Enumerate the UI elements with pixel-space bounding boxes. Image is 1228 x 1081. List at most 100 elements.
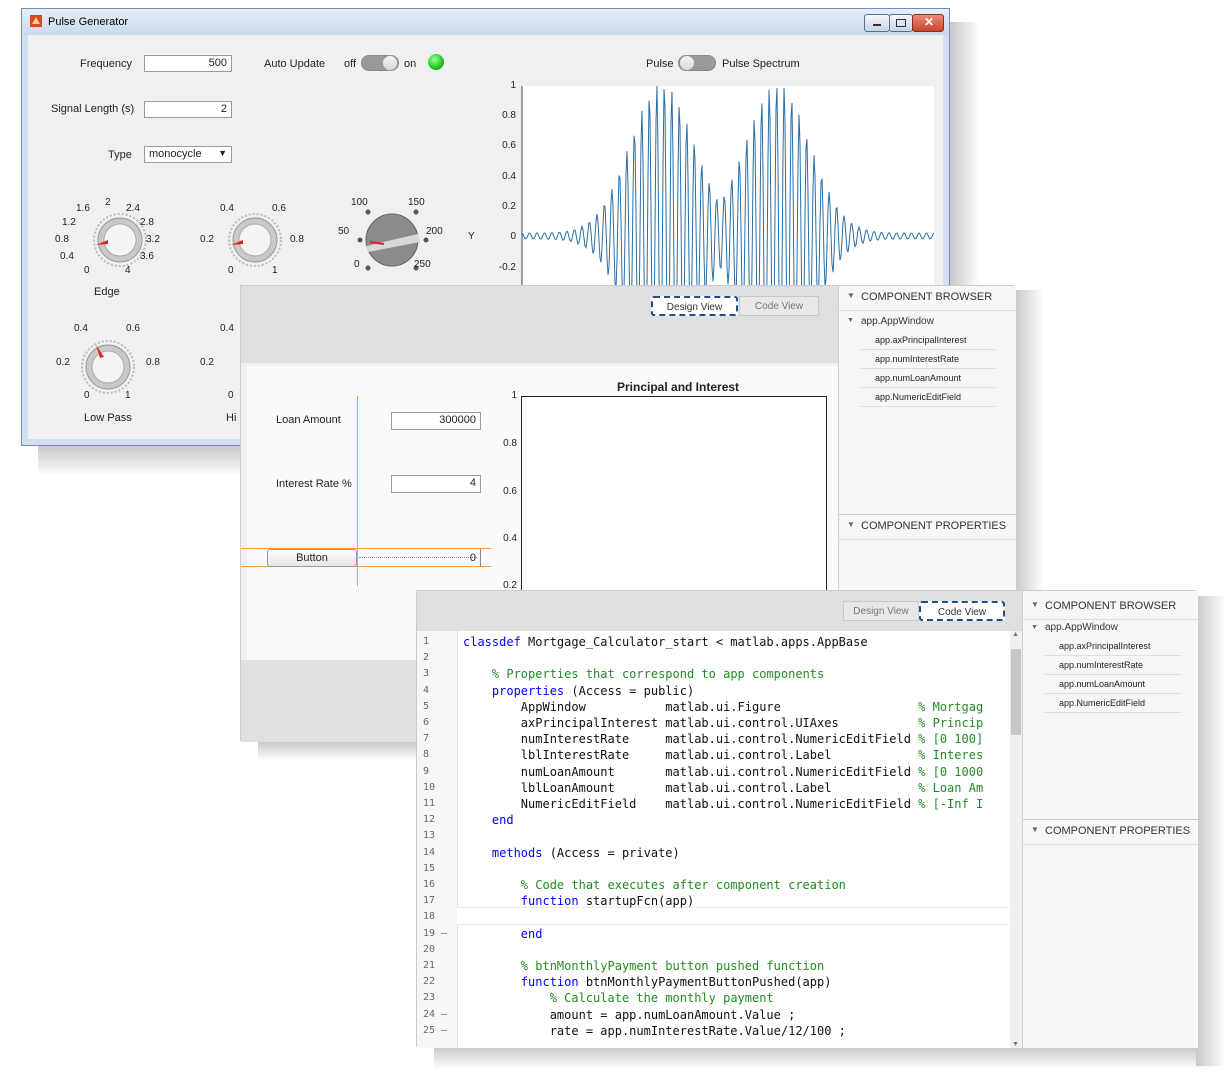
dial-tick-label: 100 [351,197,368,208]
tree-item[interactable]: app.numInterestRate [1045,656,1181,675]
result-field[interactable]: 0 [389,549,481,567]
interest-rate-field[interactable]: 4 [391,475,481,493]
loan-amount-field[interactable]: 300000 [391,412,481,430]
code-line: AppWindow matlab.ui.Figure % Mortgag [463,699,984,714]
type-label: Type [108,149,132,161]
axes-y-tick: 1 [511,390,517,401]
line-number: 19 – [423,927,448,939]
collapse-icon: ▼ [1031,825,1039,834]
switch-thumb [382,55,398,71]
line-number: 22 [423,976,436,988]
code-view-window: Design View Code View 1 classdef Mortgage… [416,590,1198,1048]
collapse-icon: ▼ [1031,600,1039,609]
line-number: 25 – [423,1024,448,1036]
high-pass-tick-label: 0.4 [220,323,234,334]
code-editor[interactable]: 1 classdef Mortgage_Calculator_start < ma… [417,631,1022,1048]
pulse-plot-svg [521,86,935,388]
tree-item[interactable]: app.axPrincipalInterest [861,331,995,350]
edge-tick-label: 4 [125,265,131,276]
auto-update-off-label: off [344,58,357,70]
component-browser-label: COMPONENT BROWSER [861,291,993,303]
low-pass-tick-label: 0.6 [126,323,140,334]
component-browser-header[interactable]: ▼ COMPONENT BROWSER [1023,595,1198,620]
low-pass-tick-label: 0.2 [56,357,70,368]
tree-item[interactable]: app.numLoanAmount [1045,675,1181,694]
low-pass-tick-label: 1 [125,390,131,401]
high-pass-tick-label: 0 [228,390,234,401]
w-tick-label: 0.8 [290,234,304,245]
auto-update-switch[interactable] [361,55,399,71]
close-button[interactable]: ✕ [912,14,944,32]
loan-amount-label: Loan Amount [276,414,341,426]
component-browser-label: COMPONENT BROWSER [1045,600,1177,612]
pulse-plot[interactable]: 1 0.8 0.6 0.4 0.2 0 -0.2 Y [468,80,935,388]
signal-length-field[interactable]: 2 [144,101,232,118]
alignment-guide [357,396,358,586]
line-number: 11 [423,798,436,809]
edge-tick-label: 3.6 [140,251,154,262]
code-line: end [491,813,514,828]
edge-tick-label: 0.4 [60,251,74,262]
scroll-up-icon[interactable]: ▲ [1012,631,1019,638]
y-tick-label: 1 [510,80,516,91]
frequency-field[interactable]: 500 [144,55,232,72]
pulse-window-titlebar[interactable]: Pulse Generator ✕ [22,9,949,35]
line-number: 13 [423,830,436,842]
line-number: 16 [423,879,436,890]
auto-update-label: Auto Update [264,58,326,70]
code-line: numLoanAmount matlab.ui.control.NumericE… [463,764,984,779]
calculate-button[interactable]: Button [267,549,357,567]
line-number: 18 [423,911,436,923]
chevron-down-icon: ▼ [218,148,227,158]
minimize-button[interactable] [864,14,890,32]
switch-thumb [679,55,695,71]
code-line: NumericEditField matlab.ui.control.Numer… [463,797,984,811]
low-pass-label: Low Pass [84,412,132,424]
y-tick-label: 0 [510,231,516,242]
axes-y-tick: 0.8 [503,438,517,449]
w-tick-label: 0.4 [220,203,234,214]
tree-item[interactable]: app.NumericEditField [861,388,995,407]
type-dropdown[interactable]: monocycle ▼ [144,146,232,163]
code-line: numInterestRate matlab.ui.control.Numeri… [463,732,984,747]
component-properties-header[interactable]: ▼ COMPONENT PROPERTIES [1023,819,1198,845]
component-browser-header[interactable]: ▼ COMPONENT BROWSER [839,286,1016,311]
line-number: 10 [423,781,436,793]
edge-tick-label: 3.2 [146,234,160,245]
dial-tick-label: 250 [414,259,431,270]
code-view-button[interactable]: Code View [919,601,1005,621]
edge-tick-label: 2.4 [126,203,140,214]
line-number: 1 [423,636,430,647]
edge-tick-label: 1.6 [76,203,90,214]
line-number: 15 [423,862,436,874]
tree-item[interactable]: app.axPrincipalInterest [1045,637,1181,656]
design-view-button[interactable]: Design View [843,601,919,621]
scrollbar-thumb[interactable] [1011,649,1021,735]
design-view-button[interactable]: Design View [651,296,738,316]
code-line: lblLoanAmount matlab.ui.control.Label % … [463,780,984,795]
edge-tick-label: 1.2 [62,217,76,228]
tree-item[interactable]: app.numInterestRate [861,350,995,369]
tree-root[interactable]: app.AppWindow [861,316,934,327]
y-tick-label: 0.8 [502,110,516,121]
line-number: 5 [423,700,430,712]
tree-item[interactable]: app.NumericEditField [1045,694,1181,713]
maximize-button[interactable] [889,14,913,32]
frequency-dial[interactable] [338,200,448,290]
low-pass-tick-label: 0.4 [74,323,88,334]
dial-tick-label: 0 [354,259,360,270]
code-line: properties (Access = public) [491,683,695,698]
minimize-icon [873,24,881,26]
component-properties-header[interactable]: ▼ COMPONENT PROPERTIES [839,514,1016,540]
low-pass-tick-label: 0 [84,390,90,401]
pulse-spectrum-switch[interactable] [678,55,716,71]
scroll-down-icon[interactable]: ▼ [1012,1041,1019,1048]
editor-scrollbar[interactable]: ▲ ▼ [1010,631,1022,1048]
code-line: axPrincipalInterest matlab.ui.control.UI… [463,716,984,730]
tree-item[interactable]: app.numLoanAmount [861,369,995,388]
code-view-button[interactable]: Code View [739,296,819,316]
tree-root[interactable]: app.AppWindow [1045,622,1118,633]
low-pass-knob[interactable] [58,317,158,417]
dial-tick-label: 50 [338,226,350,237]
collapse-icon: ▼ [847,520,855,529]
